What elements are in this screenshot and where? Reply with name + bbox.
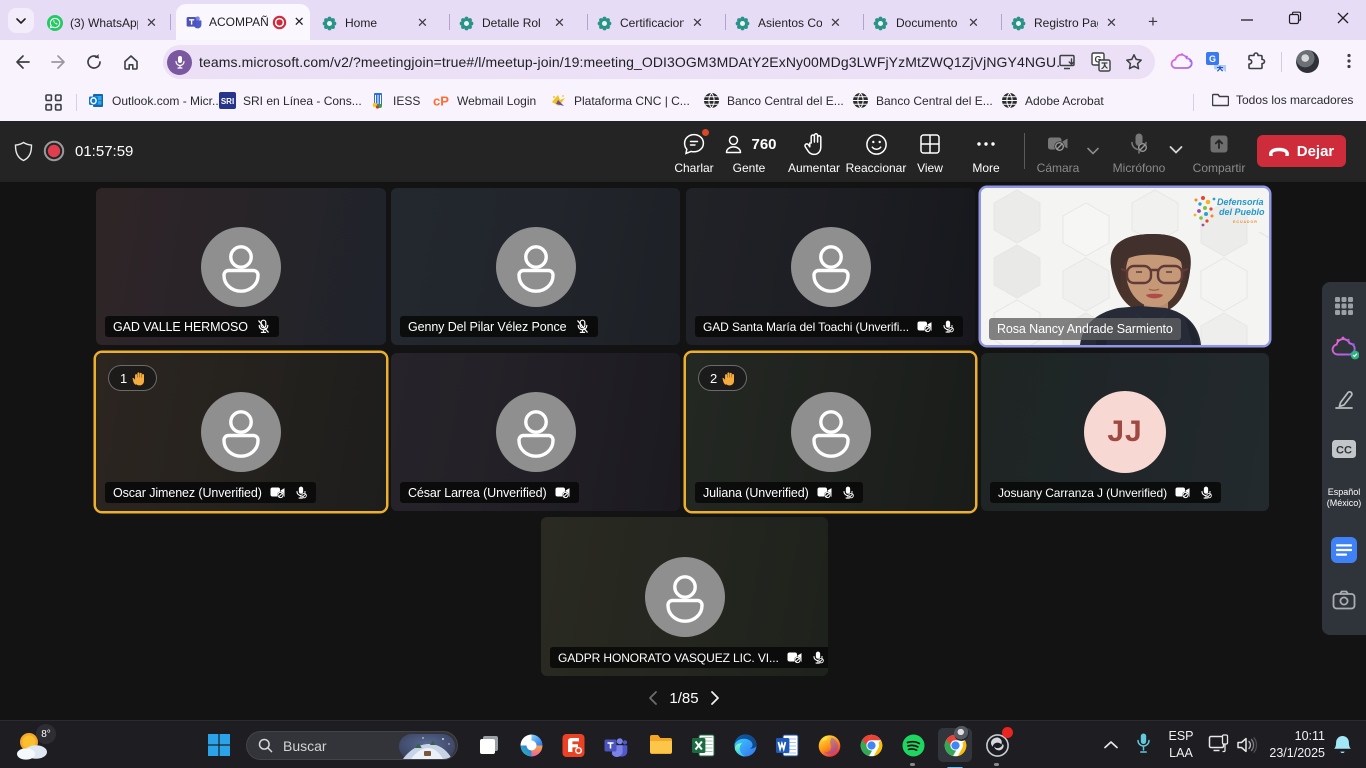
- svg-text:G: G: [1209, 54, 1216, 64]
- svg-text:CC: CC: [1336, 445, 1352, 457]
- svg-text:SRI: SRI: [221, 97, 234, 106]
- svg-text:cP: cP: [433, 94, 449, 109]
- svg-text:Defensoría: Defensoría: [1217, 197, 1264, 207]
- svg-text:del Pueblo: del Pueblo: [1219, 207, 1265, 217]
- svg-text:E C U A D O R: E C U A D O R: [1233, 220, 1257, 224]
